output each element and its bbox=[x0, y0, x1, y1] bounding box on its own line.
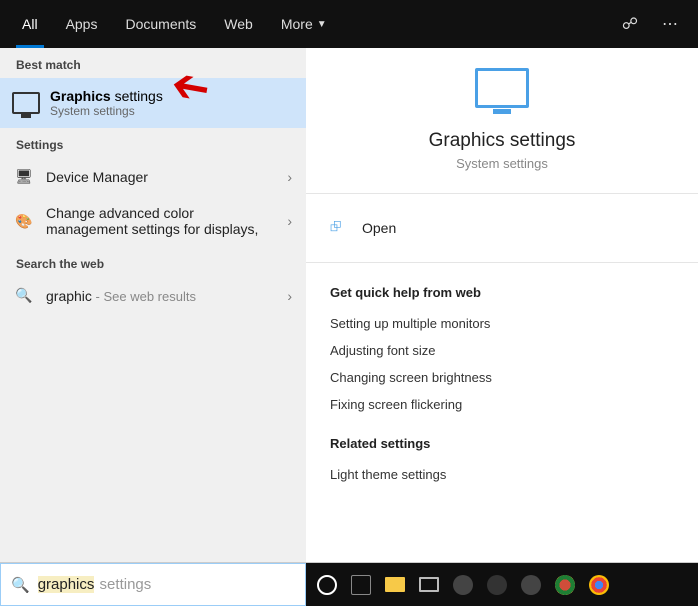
tab-more[interactable]: More▼ bbox=[267, 0, 341, 48]
best-match-item[interactable]: ➔ Graphics settings System settings bbox=[0, 78, 306, 128]
tab-all[interactable]: All bbox=[8, 0, 52, 48]
preview-monitor-icon bbox=[306, 68, 698, 108]
settings-item-color-management[interactable]: 🎨 Change advanced color management setti… bbox=[0, 195, 306, 247]
task-view-icon[interactable] bbox=[348, 572, 374, 598]
open-action[interactable]: ⮺ Open bbox=[306, 216, 698, 240]
tab-apps[interactable]: Apps bbox=[52, 0, 112, 48]
app-icon[interactable] bbox=[518, 572, 544, 598]
device-manager-icon: 🖥 bbox=[14, 168, 34, 185]
settings-header: Settings bbox=[0, 128, 306, 158]
display-icon[interactable] bbox=[416, 572, 442, 598]
quick-help-link[interactable]: Changing screen brightness bbox=[306, 364, 698, 391]
chevron-right-icon: › bbox=[287, 169, 292, 185]
file-explorer-icon[interactable] bbox=[382, 572, 408, 598]
search-icon: 🔍 bbox=[14, 287, 34, 304]
chrome-icon[interactable] bbox=[586, 572, 612, 598]
best-match-subtitle: System settings bbox=[50, 104, 163, 118]
search-suggestion-text: settings bbox=[95, 576, 151, 593]
search-input[interactable]: 🔍 graphics settings bbox=[0, 563, 306, 606]
more-options-icon[interactable]: ⋯ bbox=[650, 14, 690, 34]
app-icon[interactable] bbox=[450, 572, 476, 598]
settings-item-label: Change advanced color management setting… bbox=[46, 205, 275, 237]
best-match-header: Best match bbox=[0, 48, 306, 78]
tab-documents[interactable]: Documents bbox=[111, 0, 210, 48]
open-label: Open bbox=[362, 220, 396, 236]
quick-help-link[interactable]: Adjusting font size bbox=[306, 337, 698, 364]
preview-title: Graphics settings bbox=[306, 130, 698, 152]
settings-item-label: Device Manager bbox=[46, 169, 275, 185]
settings-item-device-manager[interactable]: 🖥 Device Manager › bbox=[0, 158, 306, 195]
chevron-right-icon: › bbox=[287, 213, 292, 229]
bottom-bar: 🔍 graphics settings bbox=[0, 562, 698, 606]
filter-tabs-bar: All Apps Documents Web More▼ ☍ ⋯ bbox=[0, 0, 698, 48]
quick-help-link[interactable]: Fixing screen flickering bbox=[306, 391, 698, 418]
color-management-icon: 🎨 bbox=[14, 213, 34, 230]
best-match-title: Graphics settings bbox=[50, 88, 163, 104]
graphics-settings-icon bbox=[12, 92, 40, 114]
search-web-header: Search the web bbox=[0, 247, 306, 277]
related-settings-link[interactable]: Light theme settings bbox=[306, 461, 698, 488]
cortana-icon[interactable] bbox=[314, 572, 340, 598]
tab-web[interactable]: Web bbox=[210, 0, 267, 48]
quick-help-link[interactable]: Setting up multiple monitors bbox=[306, 310, 698, 337]
chevron-right-icon: › bbox=[287, 288, 292, 304]
web-search-item[interactable]: 🔍 graphic - See web results › bbox=[0, 277, 306, 314]
search-icon: 🔍 bbox=[11, 576, 30, 594]
preview-subtitle: System settings bbox=[306, 156, 698, 171]
results-panel: Best match ➔ Graphics settings System se… bbox=[0, 48, 306, 562]
chrome-icon[interactable] bbox=[552, 572, 578, 598]
preview-panel: Graphics settings System settings ⮺ Open… bbox=[306, 48, 698, 562]
search-typed-text: graphics bbox=[38, 576, 95, 593]
web-search-label: graphic - See web results bbox=[46, 288, 275, 304]
text-cursor bbox=[94, 576, 95, 592]
feedback-icon[interactable]: ☍ bbox=[610, 14, 650, 34]
taskbar bbox=[306, 563, 698, 606]
chevron-down-icon: ▼ bbox=[317, 19, 327, 30]
app-icon[interactable] bbox=[484, 572, 510, 598]
open-icon: ⮺ bbox=[330, 216, 348, 240]
related-settings-header: Related settings bbox=[306, 436, 698, 451]
quick-help-header: Get quick help from web bbox=[306, 285, 698, 300]
